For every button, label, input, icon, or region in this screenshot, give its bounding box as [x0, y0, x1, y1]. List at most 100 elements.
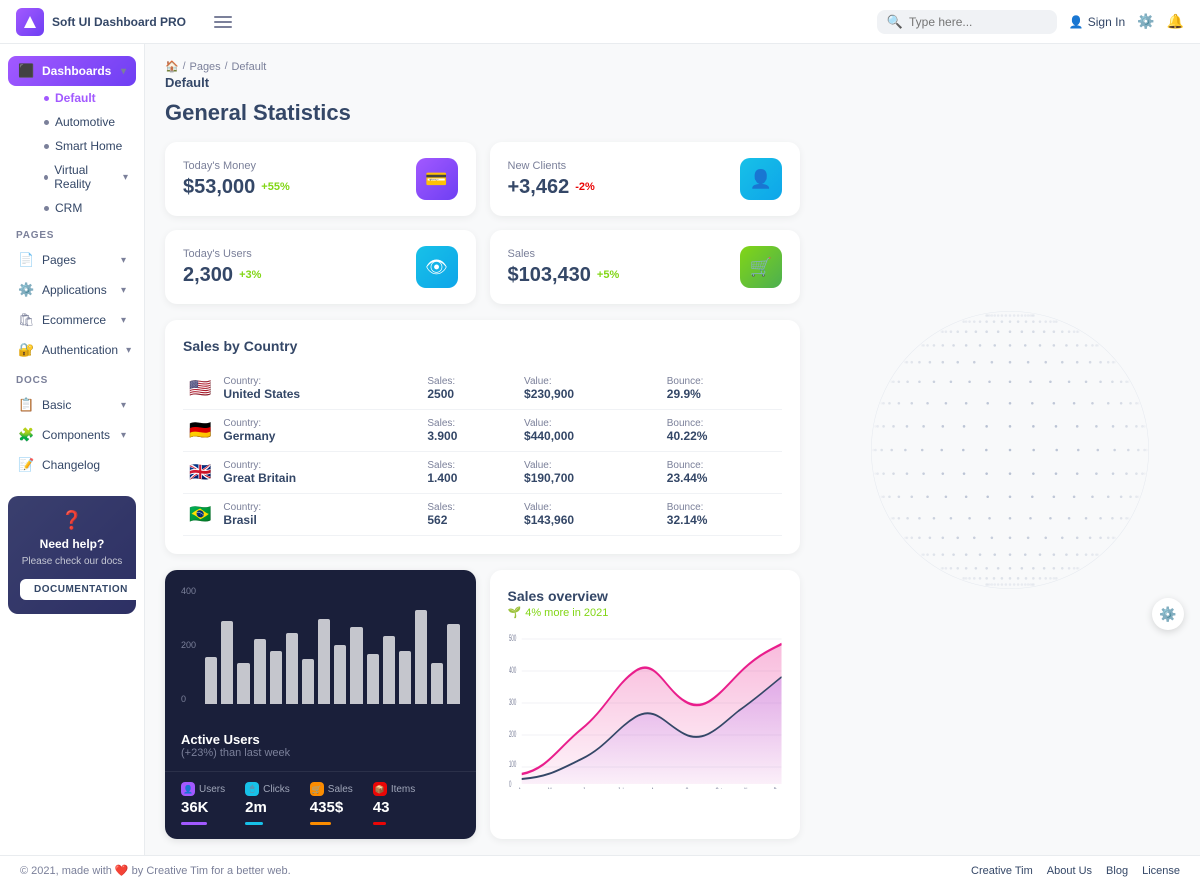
notification-icon[interactable]: 🔔 [1167, 13, 1184, 30]
search-box[interactable]: 🔍 [877, 10, 1057, 34]
home-icon: 🏠 [165, 60, 179, 73]
mini-stat-value: 435$ [310, 799, 353, 816]
bar [415, 610, 427, 704]
app-icon: ⚙️ [18, 282, 34, 298]
mini-stat-label-text: Users [199, 784, 225, 795]
dashboard-submenu: Default Automotive Smart Home Virtual Re… [8, 86, 136, 220]
sidebar-item-vr[interactable]: Virtual Reality ▾ [36, 158, 136, 196]
user-icon: 👤 [1069, 15, 1084, 29]
chevron-icon: ▾ [121, 430, 126, 441]
chart-title: Active Users [181, 732, 460, 747]
stat-value-users: 2,300 [183, 264, 233, 287]
stat-icon-users: 👁 [416, 246, 458, 288]
chevron-icon: ▾ [121, 285, 126, 296]
line-chart-svg: 500 400 300 200 100 0 [508, 629, 783, 789]
flag-icon: 🇺🇸 [189, 378, 211, 398]
svg-text:Dec: Dec [773, 786, 781, 789]
page-title: General Statistics [165, 100, 800, 126]
brand-name: Soft UI Dashboard PRO [52, 15, 186, 29]
sidebar-item-automotive[interactable]: Automotive [36, 110, 136, 134]
y-label-200: 200 [181, 640, 196, 650]
auth-icon: 🔐 [18, 342, 34, 358]
settings-icon[interactable]: ⚙️ [1137, 13, 1154, 30]
footer-link-blog[interactable]: Blog [1106, 865, 1128, 877]
sidebar-item-dashboards[interactable]: ⬛ Dashboards ▾ [8, 56, 136, 86]
sidebar-item-pages[interactable]: 📄 Pages ▾ [8, 245, 136, 275]
footer-link-creative[interactable]: Creative Tim [971, 865, 1033, 877]
mini-stat-label-text: Items [391, 784, 415, 795]
bounce-val: 29.9% [667, 387, 701, 401]
stat-icon-clients: 👤 [740, 158, 782, 200]
topnav-left: Soft UI Dashboard PRO [16, 8, 232, 36]
stat-card-money: Today's Money $53,000 +55% 💳 [165, 142, 476, 216]
y-label-400: 400 [181, 586, 196, 596]
stat-icon-money: 💳 [416, 158, 458, 200]
svg-text:Nov: Nov [744, 786, 752, 789]
mini-stat-bar [181, 822, 207, 825]
stat-card-clients: New Clients +3,462 -2% 👤 [490, 142, 801, 216]
svg-text:0: 0 [508, 779, 510, 789]
mini-stat: 👤 Users 36K [181, 782, 225, 825]
documentation-button[interactable]: DOCUMENTATION [20, 579, 142, 600]
logo [16, 8, 44, 36]
mini-stat-icon: 📦 [373, 782, 387, 796]
breadcrumb-page-title: Default [165, 75, 209, 90]
sidebar-item-applications[interactable]: ⚙️ Applications ▾ [8, 275, 136, 305]
breadcrumb-pages[interactable]: Pages [189, 61, 220, 73]
svg-text:Oct: Oct [715, 786, 722, 789]
stat-badge-money: +55% [261, 181, 289, 193]
active-dot [44, 96, 49, 101]
mini-stat-icon: 🖱 [245, 782, 259, 796]
value-val: $143,960 [524, 513, 574, 527]
bar [205, 657, 217, 704]
up-icon: 🌱 [508, 606, 522, 619]
stat-card-sales: Sales $103,430 +5% 🛒 [490, 230, 801, 304]
footer-link-about[interactable]: About Us [1047, 865, 1092, 877]
sidebar-item-default[interactable]: Default [36, 86, 136, 110]
country-table: 🇺🇸 Country:United States Sales:2500 Valu… [183, 368, 782, 536]
mini-stat-bar [245, 822, 263, 825]
stat-cards-grid: Today's Money $53,000 +55% 💳 New Clients… [165, 142, 800, 304]
chart-subtitle: (+23%) than last week [181, 747, 460, 759]
y-label-0: 0 [181, 694, 196, 704]
topnav: Soft UI Dashboard PRO 🔍 👤 Sign In ⚙️ 🔔 [0, 0, 1200, 44]
chevron-icon: ▾ [121, 66, 126, 77]
sidebar-item-ecommerce[interactable]: 🛍 Ecommerce ▾ [8, 305, 136, 335]
docs-section-label: DOCS [8, 365, 136, 390]
country-name: Great Britain [223, 471, 296, 485]
pages-icon: 📄 [18, 252, 34, 268]
mini-stat-value: 36K [181, 799, 225, 816]
gear-corner-button[interactable]: ⚙️ [1152, 598, 1184, 630]
svg-text:May: May [547, 786, 556, 789]
table-row: 🇩🇪 Country:Germany Sales:3.900 Value:$44… [183, 410, 782, 452]
mini-stat-value: 43 [373, 799, 415, 816]
bar [286, 633, 298, 704]
changelog-icon: 📝 [18, 457, 34, 473]
bar [350, 627, 362, 704]
search-input[interactable] [909, 15, 1047, 29]
bounce-val: 40.22% [667, 429, 708, 443]
sales-country-title: Sales by Country [183, 338, 782, 354]
hamburger-menu[interactable] [214, 16, 232, 28]
sidebar-item-basic[interactable]: 📋 Basic ▾ [8, 390, 136, 420]
content-area: 🏠 / Pages / Default Default General Stat… [145, 44, 1200, 855]
sidebar-item-changelog[interactable]: 📝 Changelog [8, 450, 136, 480]
bar [399, 651, 411, 704]
footer-link-license[interactable]: License [1142, 865, 1180, 877]
mini-stat-bar [310, 822, 332, 825]
bottom-grid: 400 200 0 Active Users (+23%) than last … [165, 570, 800, 839]
sidebar-item-crm[interactable]: CRM [36, 196, 136, 220]
chevron-icon: ▾ [126, 345, 131, 356]
bar [447, 624, 459, 704]
mini-stats: 👤 Users 36K 🖱 Clicks 2m 🛒 Sales 435$ 📦 I… [165, 771, 476, 839]
stat-label-clients: New Clients [508, 160, 595, 172]
sidebar-item-smarthome[interactable]: Smart Home [36, 134, 136, 158]
sign-in-button[interactable]: 👤 Sign In [1069, 15, 1125, 29]
sidebar-item-auth[interactable]: 🔐 Authentication ▾ [8, 335, 136, 365]
country-name: Brasil [223, 513, 256, 527]
sidebar-item-components[interactable]: 🧩 Components ▾ [8, 420, 136, 450]
stat-label-money: Today's Money [183, 160, 290, 172]
footer-copy: © 2021, made with ❤️ by Creative Tim for… [20, 864, 291, 877]
svg-text:Sep: Sep [685, 786, 693, 789]
bar-chart-card: 400 200 0 Active Users (+23%) than last … [165, 570, 476, 839]
